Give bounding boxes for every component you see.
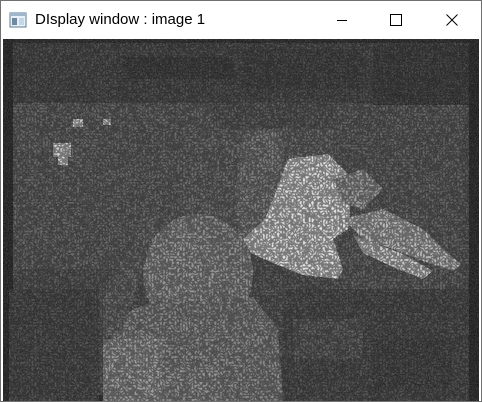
app-window-icon: [9, 11, 27, 29]
maximize-button[interactable]: [373, 1, 419, 39]
depth-image[interactable]: [3, 39, 479, 401]
title-bar[interactable]: DIsplay window : image 1: [1, 1, 481, 39]
maximize-icon: [390, 14, 402, 26]
close-icon: [446, 14, 458, 26]
close-button[interactable]: [429, 1, 475, 39]
minimize-button[interactable]: [319, 1, 365, 39]
display-window: DIsplay window : image 1: [0, 0, 482, 402]
minimize-icon: [336, 14, 348, 26]
depth-image-graphic: [3, 39, 479, 401]
window-title: DIsplay window : image 1: [35, 11, 206, 28]
